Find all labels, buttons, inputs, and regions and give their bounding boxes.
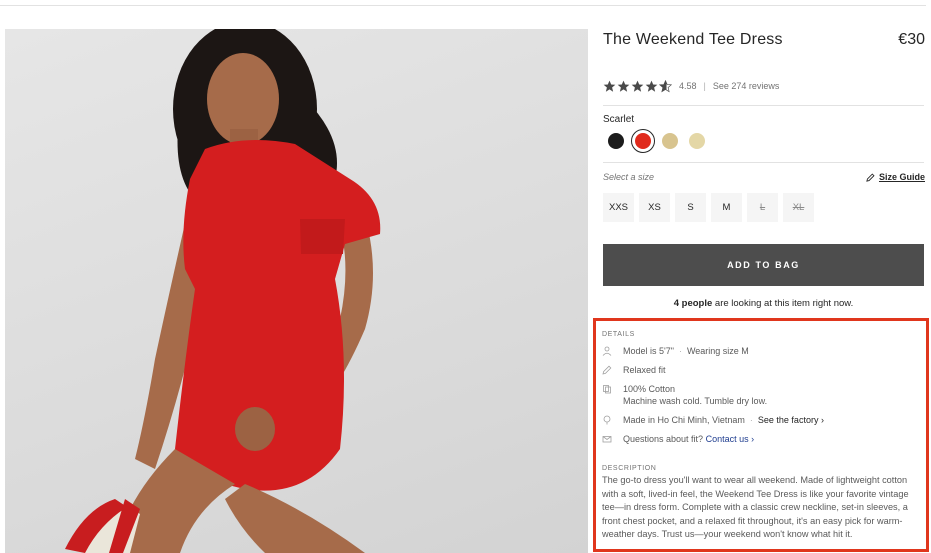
origin-separator: · [749, 415, 753, 425]
size-xxs-button[interactable]: XXS [603, 193, 634, 222]
contact-us-label: Contact us [705, 434, 749, 444]
pencil-icon [866, 172, 875, 182]
see-factory-link[interactable]: See the factory › [758, 414, 824, 426]
description-heading: DESCRIPTION [602, 465, 657, 472]
star-icon [645, 80, 658, 92]
tag-icon [603, 385, 611, 394]
color-swatches [608, 129, 716, 153]
made-in-text: Made in Ho Chi Minh, Vietnam [623, 415, 745, 425]
product-image[interactable] [5, 29, 588, 553]
description-text: The go-to dress you'll want to wear all … [602, 475, 909, 540]
size-prompt: Select a size [603, 172, 655, 182]
swatch-tan[interactable] [662, 133, 678, 149]
material-text: 100% Cotton [623, 384, 676, 394]
swatch-scarlet[interactable] [631, 129, 655, 153]
mail-icon [602, 436, 612, 443]
pencil-icon [602, 365, 612, 375]
divider [603, 105, 924, 106]
divider [603, 162, 924, 163]
size-guide-link[interactable]: Size Guide [866, 172, 925, 182]
rating-stars [603, 79, 673, 93]
rating-row: 4.58 | See 274 reviews [603, 78, 779, 94]
half-star-icon [659, 79, 672, 92]
selected-color-label: Scarlet [603, 114, 635, 125]
model-height: Model is 5'7" [623, 346, 674, 356]
add-to-bag-button[interactable]: ADD TO BAG [603, 244, 924, 286]
see-factory-label: See the factory [757, 415, 819, 425]
size-m-button[interactable]: M [711, 193, 742, 222]
rating-separator: | [703, 81, 706, 91]
viewers-notice: 4 people are looking at this item right … [603, 298, 924, 309]
viewers-count: 4 people [673, 298, 713, 309]
viewers-text: are looking at this item right now. [712, 298, 854, 309]
chevron-right-icon: › [751, 434, 755, 444]
star-icon [631, 80, 644, 92]
chevron-right-icon: › [820, 415, 824, 425]
details-highlight-box: DETAILS Model is 5'7" · Wearing size M R… [593, 318, 929, 552]
size-guide-label: Size Guide [878, 172, 925, 182]
swatch-cream[interactable] [689, 133, 705, 149]
detail-material: 100% Cotton Machine wash cold. Tumble dr… [602, 383, 922, 407]
detail-model: Model is 5'7" · Wearing size M [602, 345, 922, 357]
model-illustration [65, 29, 381, 553]
model-separator: · [678, 346, 682, 356]
details-heading: DETAILS [602, 331, 635, 338]
see-reviews-link[interactable]: See 274 reviews [713, 81, 780, 91]
detail-questions: Questions about fit? Contact us › [602, 433, 922, 445]
care-text: Machine wash cold. Tumble dry low. [623, 396, 768, 406]
size-xl-button[interactable]: XL [783, 193, 814, 222]
wearing-size: Wearing size M [686, 346, 749, 356]
fit-text: Relaxed fit [623, 365, 666, 375]
contact-us-link[interactable]: Contact us › [706, 433, 755, 445]
product-price: €30 [898, 31, 925, 48]
product-info-panel: The Weekend Tee Dress €30 4.58 | See 274… [593, 0, 929, 553]
size-l-button[interactable]: L [747, 193, 778, 222]
person-icon [602, 346, 612, 356]
size-options: XXS XS S M L XL [603, 193, 819, 222]
product-title: The Weekend Tee Dress [603, 31, 783, 48]
star-icon [617, 80, 630, 92]
detail-fit: Relaxed fit [602, 364, 922, 376]
detail-origin: Made in Ho Chi Minh, Vietnam · See the f… [602, 414, 922, 426]
location-pin-icon [603, 415, 611, 425]
star-icon [603, 80, 616, 92]
fit-question-text: Questions about fit? [623, 434, 704, 444]
details-section: DETAILS Model is 5'7" · Wearing size M R… [602, 331, 922, 542]
size-s-button[interactable]: S [675, 193, 706, 222]
rating-value: 4.58 [679, 81, 697, 91]
size-xs-button[interactable]: XS [639, 193, 670, 222]
swatch-black[interactable] [608, 133, 624, 149]
